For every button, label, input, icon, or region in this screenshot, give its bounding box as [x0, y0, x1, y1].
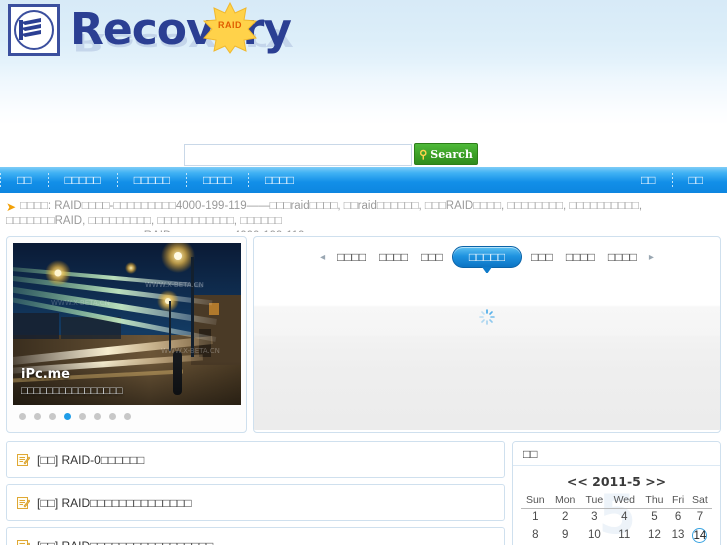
calendar-header-label: □□ — [513, 442, 720, 466]
tab-5[interactable]: □□□ — [527, 248, 557, 266]
calendar-day[interactable]: 5 — [641, 509, 669, 526]
tab-3[interactable]: □□□ — [417, 248, 447, 266]
svg-text:WWW.X-BETA.CN: WWW.X-BETA.CN — [145, 281, 204, 289]
slider-dot-6[interactable] — [94, 413, 101, 420]
document-edit-icon — [17, 453, 30, 466]
list-item-title: [□□] RAID□□□□□□□□□□□□□□ — [37, 495, 192, 510]
search-button-label: Search — [430, 147, 473, 161]
search-button[interactable]: ⚲ Search — [414, 143, 478, 165]
list-item[interactable]: [□□] RAID-0□□□□□□ — [6, 441, 505, 478]
main-navigation: □□ □□□□□ □□□□□ □□□□ □□□□ □□ □□ — [0, 167, 727, 193]
calendar-day[interactable]: 13 — [668, 526, 688, 545]
tab-panel-body — [254, 273, 720, 430]
slider-stage[interactable]: WWW.X-BETA.CN WWW.X-BETA.CN WWW.X-BETA.C… — [13, 243, 241, 405]
document-edit-icon — [17, 496, 30, 509]
svg-text:WWW.X-BETA.CN: WWW.X-BETA.CN — [161, 347, 220, 355]
logo-emblem-icon — [8, 4, 60, 56]
calendar-day[interactable]: 6 — [668, 509, 688, 526]
calendar-day[interactable]: 3 — [581, 509, 608, 526]
tab-1[interactable]: □□□□ — [333, 248, 370, 266]
nav-item-4[interactable]: □□□□ — [187, 167, 248, 193]
list-item-title: [□□] RAID-0□□□□□□ — [37, 452, 145, 467]
logo-text-part-1: Recov — [70, 4, 215, 55]
page-root: Recovery Recovery RAID ⚲ Search □□ □□□□□… — [0, 0, 727, 545]
image-slider: WWW.X-BETA.CN WWW.X-BETA.CN WWW.X-BETA.C… — [6, 236, 247, 433]
calendar-prev-month-button[interactable]: << — [567, 474, 588, 489]
tab-strip: ◂ □□□□ □□□□ □□□ □□□□□ □□□ □□□□ □□□□ ▸ — [254, 237, 720, 274]
calendar-day[interactable]: 2 — [550, 509, 581, 526]
list-item[interactable]: [□□] RAID□□□□□□□□□□□□□□□□□ — [6, 527, 505, 545]
slide-subtitle: □□□□□□□□□□□□□□□□ — [21, 385, 123, 397]
list-item-title: [□□] RAID□□□□□□□□□□□□□□□□□ — [37, 539, 213, 545]
ticker-line-2[interactable]: □□, □□□□□□□□□□□□□, □□□RAID□□□□□□□□□4000-… — [6, 230, 305, 232]
nav-item-home[interactable]: □□ — [1, 167, 48, 193]
slider-dot-3[interactable] — [49, 413, 56, 420]
weekday-mon: Mon — [549, 493, 581, 509]
calendar-day[interactable]: 12 — [641, 526, 669, 545]
calendar-nav: << 2011-5 >> — [521, 472, 712, 493]
news-ticker: ➤ □□□□: RAID□□□□-□□□□□□□□□4000-199-119——… — [0, 196, 727, 232]
slider-dot-5[interactable] — [79, 413, 86, 420]
slider-dot-8[interactable] — [124, 413, 131, 420]
nav-item-5[interactable]: □□□□ — [249, 167, 310, 193]
list-item[interactable]: [□□] RAID□□□□□□□□□□□□□□ — [6, 484, 505, 521]
nav-left-group: □□ □□□□□ □□□□□ □□□□ □□□□ — [0, 167, 310, 193]
calendar-day[interactable]: 10 — [581, 526, 608, 545]
tab-6[interactable]: □□□□ — [562, 248, 599, 266]
nav-right-group: □□ □□ — [625, 167, 719, 193]
calendar-today-marker: 14 — [692, 527, 708, 543]
calendar-table: Sun Mon Tue Wed Thu Fri Sat 1 2 3 4 5 6 … — [521, 493, 712, 545]
document-edit-icon — [17, 539, 30, 545]
svg-text:WWW.X-BETA.CN: WWW.X-BETA.CN — [51, 299, 110, 307]
search-input[interactable] — [184, 144, 412, 166]
right-arrow-icon: ➤ — [6, 200, 17, 214]
calendar-day[interactable]: 11 — [608, 526, 641, 545]
nav-item-3[interactable]: □□□□□ — [118, 167, 186, 193]
raid-badge-label: RAID — [218, 20, 242, 30]
slider-dot-7[interactable] — [109, 413, 116, 420]
calendar-body: 5 << 2011-5 >> Sun Mon Tue Wed Thu Fri S… — [513, 466, 720, 545]
logo-wordmark: Recovery — [70, 4, 292, 56]
calendar-widget: □□ 5 << 2011-5 >> Sun Mon Tue Wed Thu Fr… — [512, 441, 721, 545]
calendar-weekday-row: Sun Mon Tue Wed Thu Fri Sat — [521, 493, 712, 509]
weekday-thu: Thu — [640, 493, 669, 509]
slider-dot-4[interactable] — [64, 413, 71, 420]
tab-4-active[interactable]: □□□□□ — [451, 246, 523, 274]
tab-prev-arrow-icon[interactable]: ◂ — [317, 252, 328, 263]
tabbed-content-panel: ◂ □□□□ □□□□ □□□ □□□□□ □□□ □□□□ □□□□ ▸ — [253, 236, 721, 433]
nav-item-2[interactable]: □□□□□ — [49, 167, 117, 193]
slider-dots — [13, 405, 240, 420]
slide-title: iPc.me — [21, 367, 70, 382]
slider-dot-2[interactable] — [34, 413, 41, 420]
nav-item-right-1[interactable]: □□ — [625, 167, 672, 193]
nav-item-right-2[interactable]: □□ — [673, 167, 720, 193]
calendar-day[interactable]: 9 — [550, 526, 581, 545]
weekday-wed: Wed — [607, 493, 641, 509]
magnifier-icon: ⚲ — [419, 147, 428, 161]
tab-next-arrow-icon[interactable]: ▸ — [646, 252, 657, 263]
slider-dot-1[interactable] — [19, 413, 26, 420]
calendar-day[interactable]: 4 — [608, 509, 641, 526]
weekday-fri: Fri — [668, 493, 688, 509]
calendar-next-month-button[interactable]: >> — [645, 474, 666, 489]
tab-2[interactable]: □□□□ — [375, 248, 412, 266]
calendar-day[interactable]: 8 — [521, 526, 550, 545]
loading-spinner-icon — [479, 309, 495, 325]
slide-caption: iPc.me □□□□□□□□□□□□□□□□ — [13, 361, 241, 405]
calendar-week-row: 1 2 3 4 5 6 7 — [521, 509, 712, 526]
site-header: Recovery Recovery RAID — [0, 0, 727, 145]
calendar-title: 2011-5 — [592, 474, 641, 489]
tab-7[interactable]: □□□□ — [604, 248, 641, 266]
calendar-day[interactable]: 1 — [521, 509, 550, 526]
calendar-week-row: 8 9 10 11 12 13 14 — [521, 526, 712, 545]
raid-badge: RAID — [202, 1, 258, 54]
weekday-sat: Sat — [687, 493, 712, 509]
weekday-sun: Sun — [521, 493, 550, 509]
weekday-tue: Tue — [580, 493, 608, 509]
article-list: [□□] RAID-0□□□□□□ [□□] RAID□□□□□□□□□□□□□… — [6, 441, 505, 545]
calendar-day-today[interactable]: 14 — [688, 526, 712, 545]
calendar-day[interactable]: 7 — [688, 509, 712, 526]
ticker-line-1[interactable]: □□□□: RAID□□□□-□□□□□□□□□4000-199-119——□□… — [6, 200, 642, 227]
